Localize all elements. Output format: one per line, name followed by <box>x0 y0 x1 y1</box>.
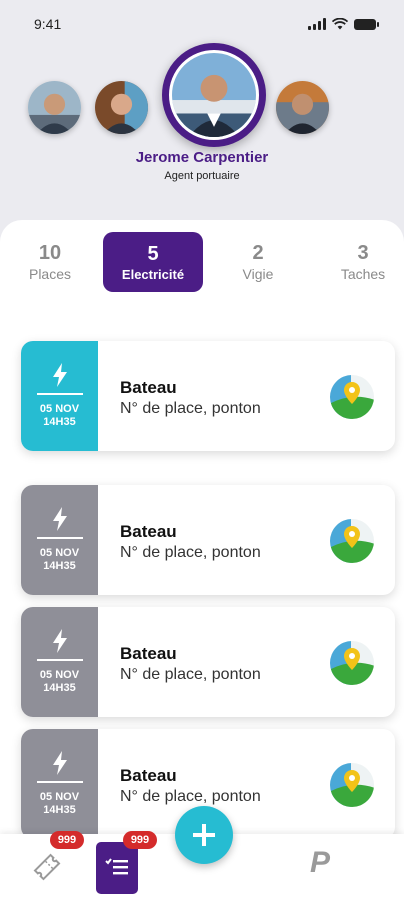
map-pin-icon[interactable] <box>329 374 375 420</box>
tab-label: Taches <box>340 266 386 282</box>
wifi-icon <box>332 18 348 30</box>
checklist-icon <box>105 858 128 875</box>
tab-bar: 10 Places 5 Electricité 2 Vigie 3 Taches <box>0 232 404 294</box>
card-body: Bateau N° de place, ponton <box>98 607 395 717</box>
profile-role: Agent portuaire <box>164 170 240 182</box>
lightning-icon <box>52 751 67 775</box>
checklist-nav-button[interactable] <box>96 842 138 894</box>
tab-vigie[interactable]: 2 Vigie <box>208 232 308 292</box>
card-date-day: 05 NOV <box>39 547 80 559</box>
divider <box>36 393 83 395</box>
avatar-carousel <box>0 40 404 160</box>
profile-name: Jerome Carpentier <box>135 149 269 166</box>
ticket-badge: 999 <box>50 831 84 849</box>
plus-icon <box>193 824 215 846</box>
card-status-panel: 05 NOV 14H35 <box>21 607 98 717</box>
parking-nav-button[interactable]: P <box>310 846 330 880</box>
avatar[interactable] <box>95 81 148 134</box>
divider <box>36 659 83 661</box>
card-status-panel: 05 NOV 14H35 <box>21 341 98 451</box>
tab-count: 2 <box>252 242 264 264</box>
tab-count: 3 <box>357 242 369 264</box>
card-date-time: 14H35 <box>43 560 76 572</box>
card-date-time: 14H35 <box>43 416 76 428</box>
card-status-panel: 05 NOV 14H35 <box>21 729 98 839</box>
avatar[interactable] <box>276 81 329 134</box>
list-item[interactable]: 05 NOV 14H35 Bateau N° de place, ponton <box>21 607 395 717</box>
card-date-day: 05 NOV <box>39 791 80 803</box>
avatar[interactable] <box>28 81 81 134</box>
card-date-day: 05 NOV <box>39 403 80 415</box>
ticket-icon[interactable] <box>32 852 62 882</box>
card-date: 05 NOV 14H35 <box>40 669 79 695</box>
list-item[interactable]: 05 NOV 14H35 Bateau N° de place, ponton <box>21 485 395 595</box>
add-button[interactable] <box>175 806 233 864</box>
card-body: Bateau N° de place, ponton <box>98 341 395 451</box>
avatar-selected[interactable] <box>162 43 266 147</box>
lightning-icon <box>52 629 67 653</box>
tab-taches[interactable]: 3 Taches <box>313 232 404 292</box>
tab-places[interactable]: 10 Places <box>0 232 100 292</box>
map-pin-icon[interactable] <box>329 640 375 686</box>
divider <box>36 537 83 539</box>
status-time: 9:41 <box>34 16 62 32</box>
card-date: 05 NOV 14H35 <box>40 547 79 573</box>
divider <box>36 781 83 783</box>
map-pin-icon[interactable] <box>329 762 375 808</box>
lightning-icon <box>52 363 67 387</box>
list-badge: 999 <box>123 831 157 849</box>
card-date: 05 NOV 14H35 <box>40 791 79 817</box>
card-body: Bateau N° de place, ponton <box>98 485 395 595</box>
card-date-time: 14H35 <box>43 682 76 694</box>
tab-label: Electricité <box>121 266 185 282</box>
tab-label: Vigie <box>242 266 274 282</box>
card-date-time: 14H35 <box>43 804 76 816</box>
tab-electricite[interactable]: 5 Electricité <box>103 232 203 292</box>
card-body: Bateau N° de place, ponton <box>98 729 395 839</box>
lightning-icon <box>52 507 67 531</box>
signal-icon <box>308 18 326 30</box>
card-date: 05 NOV 14H35 <box>40 403 79 429</box>
tab-label: Places <box>28 266 72 282</box>
map-pin-icon[interactable] <box>329 518 375 564</box>
card-date-day: 05 NOV <box>39 669 80 681</box>
tab-count: 10 <box>38 242 62 264</box>
status-icons <box>308 18 379 30</box>
list-item[interactable]: 05 NOV 14H35 Bateau N° de place, ponton <box>21 341 395 451</box>
battery-icon <box>354 18 379 30</box>
tab-count: 5 <box>147 242 159 265</box>
card-status-panel: 05 NOV 14H35 <box>21 485 98 595</box>
